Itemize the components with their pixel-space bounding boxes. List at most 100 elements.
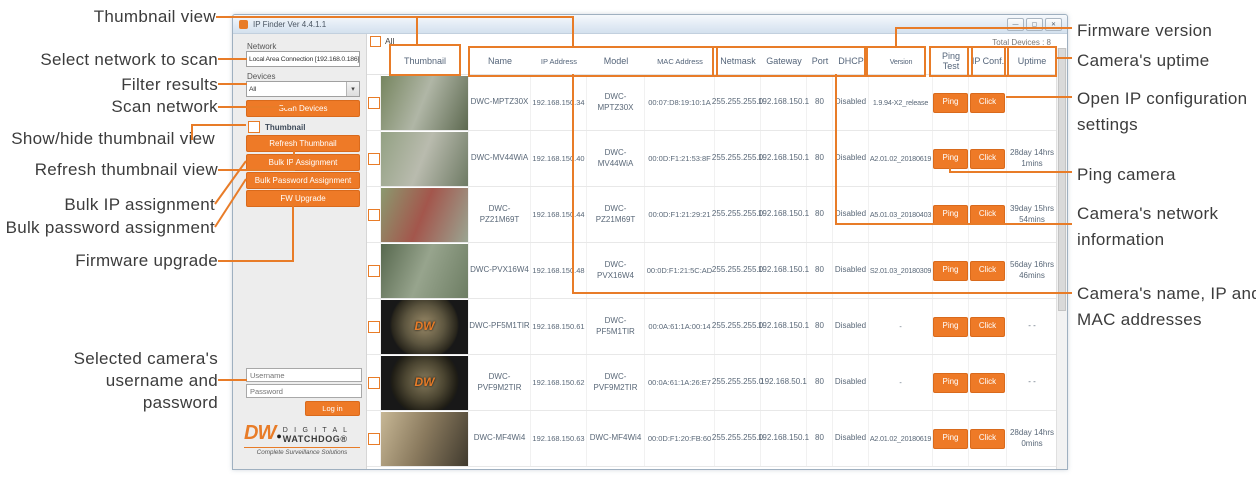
cell-netmask: 255.255.255.0 xyxy=(715,299,761,354)
cell-version: A5.01.03_20180403 xyxy=(869,187,933,242)
column-header-port[interactable]: Port xyxy=(807,56,833,66)
network-select[interactable]: Local Area Connection [192.168.0.186] ▾ xyxy=(246,51,360,67)
column-header-uptime[interactable]: Uptime xyxy=(1007,56,1057,66)
ping-button[interactable]: Ping xyxy=(933,317,968,337)
column-header-dhcp[interactable]: DHCP xyxy=(833,56,869,66)
cell-uptime: - - xyxy=(1007,299,1057,354)
ipconf-cell: Click xyxy=(969,299,1007,354)
ping-cell: Ping xyxy=(933,243,969,298)
devices-filter-value: All xyxy=(247,86,346,93)
annotation-scan-network: Scan network xyxy=(111,96,218,118)
bulk-ip-assignment-button[interactable]: Bulk IP Assignment xyxy=(246,154,360,171)
cell-gateway: 192.168.150.1 xyxy=(761,187,807,242)
row-checkbox-cell xyxy=(367,355,381,410)
cell-mac-address: 00:07:D8:19:10:1A xyxy=(645,75,715,130)
annotation-network-information: Camera's network information xyxy=(1077,201,1245,253)
row-checkbox[interactable] xyxy=(368,97,380,109)
camera-thumbnail-cell xyxy=(381,75,469,130)
ip-config-click-button[interactable]: Click xyxy=(970,149,1005,169)
cell-ip-address: 192.168.150.48 xyxy=(531,243,587,298)
row-checkbox[interactable] xyxy=(368,433,380,445)
app-icon xyxy=(239,20,248,29)
scrollbar-thumb[interactable] xyxy=(1058,48,1066,311)
cell-name: DWC-MPTZ30X xyxy=(469,75,531,130)
annotation-thumbnail-view: Thumbnail view xyxy=(94,6,216,28)
cell-model: DWC-PVX16W4 xyxy=(587,243,645,298)
row-checkbox[interactable] xyxy=(368,321,380,333)
chevron-down-icon: ▾ xyxy=(346,82,359,96)
select-all-checkbox[interactable] xyxy=(370,36,381,47)
ping-button[interactable]: Ping xyxy=(933,261,968,281)
cell-port: 80 xyxy=(807,187,833,242)
row-checkbox[interactable] xyxy=(368,377,380,389)
column-header-version[interactable]: Version xyxy=(869,57,933,66)
ip-config-click-button[interactable]: Click xyxy=(970,317,1005,337)
cell-name: DWC-MV44WiA xyxy=(469,131,531,186)
table-row: DWC-MF4Wi4192.168.150.63DWC-MF4Wi400:0D:… xyxy=(367,411,1067,467)
row-checkbox[interactable] xyxy=(368,209,380,221)
camera-thumbnail xyxy=(381,188,468,242)
ping-button[interactable]: Ping xyxy=(933,429,968,449)
column-header-ip-address[interactable]: IP Address xyxy=(531,57,587,66)
annotation-bulk-password: Bulk password assignment xyxy=(6,217,215,239)
cell-ip-address: 192.168.150.40 xyxy=(531,131,587,186)
password-field[interactable] xyxy=(246,384,362,398)
app-window: IP Finder Ver 4.4.1.1 — ▢ ✕ Network Loca… xyxy=(232,14,1068,470)
scan-devices-button[interactable]: Scan Devices xyxy=(246,100,360,117)
maximize-button[interactable]: ▢ xyxy=(1026,18,1043,31)
logo-watchdog-text: WATCHDOG® xyxy=(283,435,349,443)
minimize-button[interactable]: — xyxy=(1007,18,1024,31)
ping-button[interactable]: Ping xyxy=(933,373,968,393)
window-titlebar[interactable]: IP Finder Ver 4.4.1.1 — ▢ ✕ xyxy=(233,15,1067,34)
ip-config-click-button[interactable]: Click xyxy=(970,261,1005,281)
username-field[interactable] xyxy=(246,368,362,382)
ip-config-click-button[interactable]: Click xyxy=(970,205,1005,225)
cell-model: DWC-MPTZ30X xyxy=(587,75,645,130)
column-header-gateway[interactable]: Gateway xyxy=(761,56,807,66)
cell-uptime xyxy=(1007,75,1057,130)
column-header-netmask[interactable]: Netmask xyxy=(715,56,761,66)
dw-logo-dot: ● xyxy=(276,431,281,441)
bulk-password-assignment-button[interactable]: Bulk Password Assignment xyxy=(246,172,360,189)
camera-thumbnail-cell xyxy=(381,131,469,186)
table-toolbar: All Total Devices : 8 xyxy=(367,34,1067,48)
cell-dhcp: Disabled xyxy=(833,411,869,466)
ping-button[interactable]: Ping xyxy=(933,93,968,113)
column-header-ip-conf[interactable]: IP Conf. xyxy=(969,56,1007,66)
ip-config-click-button[interactable]: Click xyxy=(970,429,1005,449)
fw-upgrade-button[interactable]: FW Upgrade xyxy=(246,190,360,207)
table-header-row: ThumbnailNameIP AddressModelMAC AddressN… xyxy=(367,48,1067,75)
column-header-model[interactable]: Model xyxy=(587,56,645,66)
thumbnail-checkbox[interactable] xyxy=(248,121,260,133)
cell-model: DWC-MF4Wi4 xyxy=(587,411,645,466)
scrollbar[interactable] xyxy=(1056,48,1067,469)
cell-name: DWC-MF4Wi4 xyxy=(469,411,531,466)
column-header-thumbnail[interactable]: Thumbnail xyxy=(381,56,469,66)
cell-dhcp: Disabled xyxy=(833,187,869,242)
column-header-name[interactable]: Name xyxy=(469,56,531,66)
ip-config-click-button[interactable]: Click xyxy=(970,93,1005,113)
column-header-mac-address[interactable]: MAC Address xyxy=(645,57,715,66)
camera-thumbnail: DW xyxy=(381,300,468,354)
refresh-thumbnail-button[interactable]: Refresh Thumbnail xyxy=(246,135,360,152)
table-row: DWDWC-PVF9M2TIR192.168.150.62DWC-PVF9M2T… xyxy=(367,355,1067,411)
annotation-camera-uptime: Camera's uptime xyxy=(1077,48,1209,74)
ping-button[interactable]: Ping xyxy=(933,149,968,169)
devices-filter-select[interactable]: All ▾ xyxy=(246,81,360,97)
cell-model: DWC-MV44WiA xyxy=(587,131,645,186)
ip-config-click-button[interactable]: Click xyxy=(970,373,1005,393)
device-rows: DWC-MPTZ30X192.168.150.34DWC-MPTZ30X00:0… xyxy=(367,75,1067,467)
close-button[interactable]: ✕ xyxy=(1045,18,1062,31)
cell-mac-address: 00:0D:F1:21:29:21 xyxy=(645,187,715,242)
login-button[interactable]: Log in xyxy=(305,401,360,416)
ipconf-cell: Click xyxy=(969,75,1007,130)
cell-port: 80 xyxy=(807,299,833,354)
column-header-ping-test[interactable]: Ping Test xyxy=(933,51,969,71)
ping-button[interactable]: Ping xyxy=(933,205,968,225)
cell-dhcp: Disabled xyxy=(833,75,869,130)
camera-thumbnail-cell: DW xyxy=(381,355,469,410)
cell-version: - xyxy=(869,299,933,354)
row-checkbox[interactable] xyxy=(368,265,380,277)
cell-gateway: 192.168.150.1 xyxy=(761,411,807,466)
row-checkbox[interactable] xyxy=(368,153,380,165)
